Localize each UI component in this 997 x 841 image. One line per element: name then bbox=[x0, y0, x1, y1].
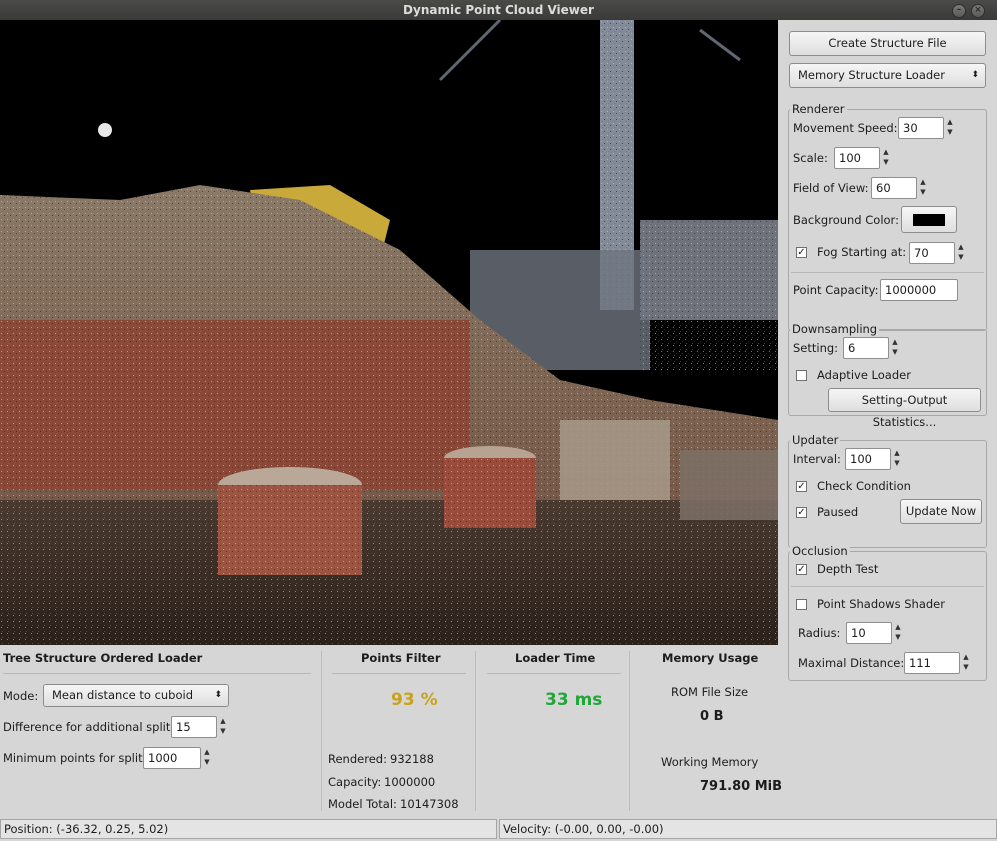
point-shadows-checkbox[interactable] bbox=[796, 599, 807, 610]
radius-label: Radius: bbox=[798, 626, 841, 640]
setting-spinner[interactable]: ▲ ▼ bbox=[891, 337, 899, 359]
loader-divider bbox=[487, 673, 621, 674]
points-filter-title: Points Filter bbox=[361, 651, 441, 665]
interval-spinner[interactable]: ▲ ▼ bbox=[893, 448, 901, 470]
renderer-divider bbox=[791, 272, 984, 273]
fog-spinner[interactable]: ▲ ▼ bbox=[957, 242, 965, 264]
background-color-swatch bbox=[913, 214, 945, 226]
interval-input[interactable]: 100 bbox=[845, 448, 891, 470]
mode-select[interactable]: Mean distance to cuboid ⬍ bbox=[43, 684, 229, 707]
setting-label: Setting: bbox=[793, 341, 839, 355]
minimize-icon[interactable]: – bbox=[952, 4, 966, 18]
select-arrows-icon: ⬍ bbox=[214, 690, 222, 700]
fog-input[interactable]: 70 bbox=[909, 242, 955, 264]
create-structure-file-button[interactable]: Create Structure File bbox=[789, 31, 986, 56]
updater-title: Updater bbox=[790, 433, 841, 447]
fog-checkbox[interactable]: ✓ bbox=[796, 247, 807, 258]
min-points-label: Minimum points for split: bbox=[3, 751, 147, 765]
mode-label: Mode: bbox=[3, 689, 39, 703]
fov-label: Field of View: bbox=[793, 181, 869, 195]
capacity-value: 1000000 bbox=[384, 775, 436, 789]
point-capacity-label: Point Capacity: bbox=[793, 283, 879, 297]
adaptive-loader-label: Adaptive Loader bbox=[817, 368, 911, 382]
occlusion-divider bbox=[791, 586, 984, 587]
setting-output-statistics-button[interactable]: Setting-Output Statistics... bbox=[828, 388, 981, 429]
fov-input[interactable]: 60 bbox=[871, 177, 917, 199]
point-cloud-viewport[interactable] bbox=[0, 20, 778, 645]
filter-divider bbox=[332, 673, 466, 674]
loader-select-value: Memory Structure Loader bbox=[798, 68, 945, 82]
maximal-distance-input[interactable]: 111 bbox=[904, 652, 960, 674]
memory-usage-title: Memory Usage bbox=[662, 651, 759, 665]
fov-spinner[interactable]: ▲ ▼ bbox=[919, 177, 927, 199]
maximal-distance-label: Maximal Distance: bbox=[798, 656, 905, 670]
movement-speed-label: Movement Speed: bbox=[793, 121, 898, 135]
column-divider bbox=[321, 651, 322, 811]
position-status: Position: (-36.32, 0.25, 5.02) bbox=[0, 819, 497, 839]
select-arrows-icon: ⬍ bbox=[971, 70, 979, 80]
radius-spinner[interactable]: ▲ ▼ bbox=[894, 622, 902, 644]
scale-label: Scale: bbox=[793, 151, 828, 165]
column-divider bbox=[475, 651, 476, 811]
working-memory-value: 791.80 MiB bbox=[700, 779, 782, 794]
check-condition-checkbox[interactable]: ✓ bbox=[796, 481, 807, 492]
tree-loader-title: Tree Structure Ordered Loader bbox=[3, 651, 203, 665]
status-bar: Position: (-36.32, 0.25, 5.02) Velocity:… bbox=[0, 817, 997, 841]
control-panel: Create Structure File Memory Structure L… bbox=[785, 20, 997, 817]
info-panel: Tree Structure Ordered Loader Mode: Mean… bbox=[0, 645, 785, 817]
depth-test-label: Depth Test bbox=[817, 562, 879, 576]
rendered-value: 932188 bbox=[390, 752, 434, 766]
rom-size-label: ROM File Size bbox=[671, 685, 749, 699]
depth-test-checkbox[interactable]: ✓ bbox=[796, 564, 807, 575]
background-color-label: Background Color: bbox=[793, 213, 899, 227]
point-capacity-input[interactable]: 1000000 bbox=[880, 279, 958, 301]
model-total-value: 10147308 bbox=[400, 797, 459, 811]
scale-spinner[interactable]: ▲ ▼ bbox=[882, 147, 890, 169]
fog-label: Fog Starting at: bbox=[817, 245, 907, 259]
check-condition-label: Check Condition bbox=[817, 479, 911, 493]
occlusion-title: Occlusion bbox=[790, 544, 850, 558]
min-points-spinner[interactable]: ▲ ▼ bbox=[203, 747, 211, 769]
model-total-label: Model Total: bbox=[328, 797, 397, 811]
adaptive-loader-checkbox[interactable] bbox=[796, 370, 807, 381]
window-title: Dynamic Point Cloud Viewer bbox=[403, 3, 594, 17]
paused-checkbox[interactable]: ✓ bbox=[796, 507, 807, 518]
downsampling-title: Downsampling bbox=[790, 322, 880, 336]
column-divider bbox=[629, 651, 630, 811]
point-cloud-render bbox=[0, 20, 778, 645]
min-points-input[interactable]: 1000 bbox=[143, 747, 201, 769]
capacity-label: Capacity: bbox=[328, 775, 382, 789]
tree-divider bbox=[3, 673, 311, 674]
scale-input[interactable]: 100 bbox=[834, 147, 880, 169]
rom-size-value: 0 B bbox=[700, 709, 724, 724]
filter-percent: 93 % bbox=[391, 690, 438, 710]
movement-speed-input[interactable]: 30 bbox=[898, 117, 944, 139]
movement-speed-spinner[interactable]: ▲ ▼ bbox=[946, 117, 954, 139]
loader-time-value: 33 ms bbox=[545, 690, 603, 710]
radius-input[interactable]: 10 bbox=[846, 622, 892, 644]
working-memory-label: Working Memory bbox=[661, 755, 759, 769]
loader-time-title: Loader Time bbox=[515, 651, 596, 665]
setting-input[interactable]: 6 bbox=[843, 337, 889, 359]
paused-label: Paused bbox=[817, 505, 859, 519]
loader-select[interactable]: Memory Structure Loader ⬍ bbox=[789, 63, 986, 88]
rendered-label: Rendered: bbox=[328, 752, 387, 766]
title-bar: Dynamic Point Cloud Viewer – × bbox=[0, 0, 997, 20]
maximal-distance-spinner[interactable]: ▲ ▼ bbox=[962, 652, 970, 674]
velocity-status: Velocity: (-0.00, 0.00, -0.00) bbox=[499, 819, 997, 839]
difference-input[interactable]: 15 bbox=[171, 716, 217, 738]
background-color-button[interactable] bbox=[901, 206, 957, 233]
update-now-button[interactable]: Update Now bbox=[900, 499, 982, 524]
interval-label: Interval: bbox=[793, 452, 841, 466]
mode-select-value: Mean distance to cuboid bbox=[52, 688, 194, 702]
difference-label: Difference for additional split: bbox=[3, 720, 175, 734]
close-icon[interactable]: × bbox=[971, 4, 985, 18]
point-shadows-label: Point Shadows Shader bbox=[817, 597, 945, 611]
renderer-title: Renderer bbox=[790, 102, 847, 116]
difference-spinner[interactable]: ▲ ▼ bbox=[219, 716, 227, 738]
